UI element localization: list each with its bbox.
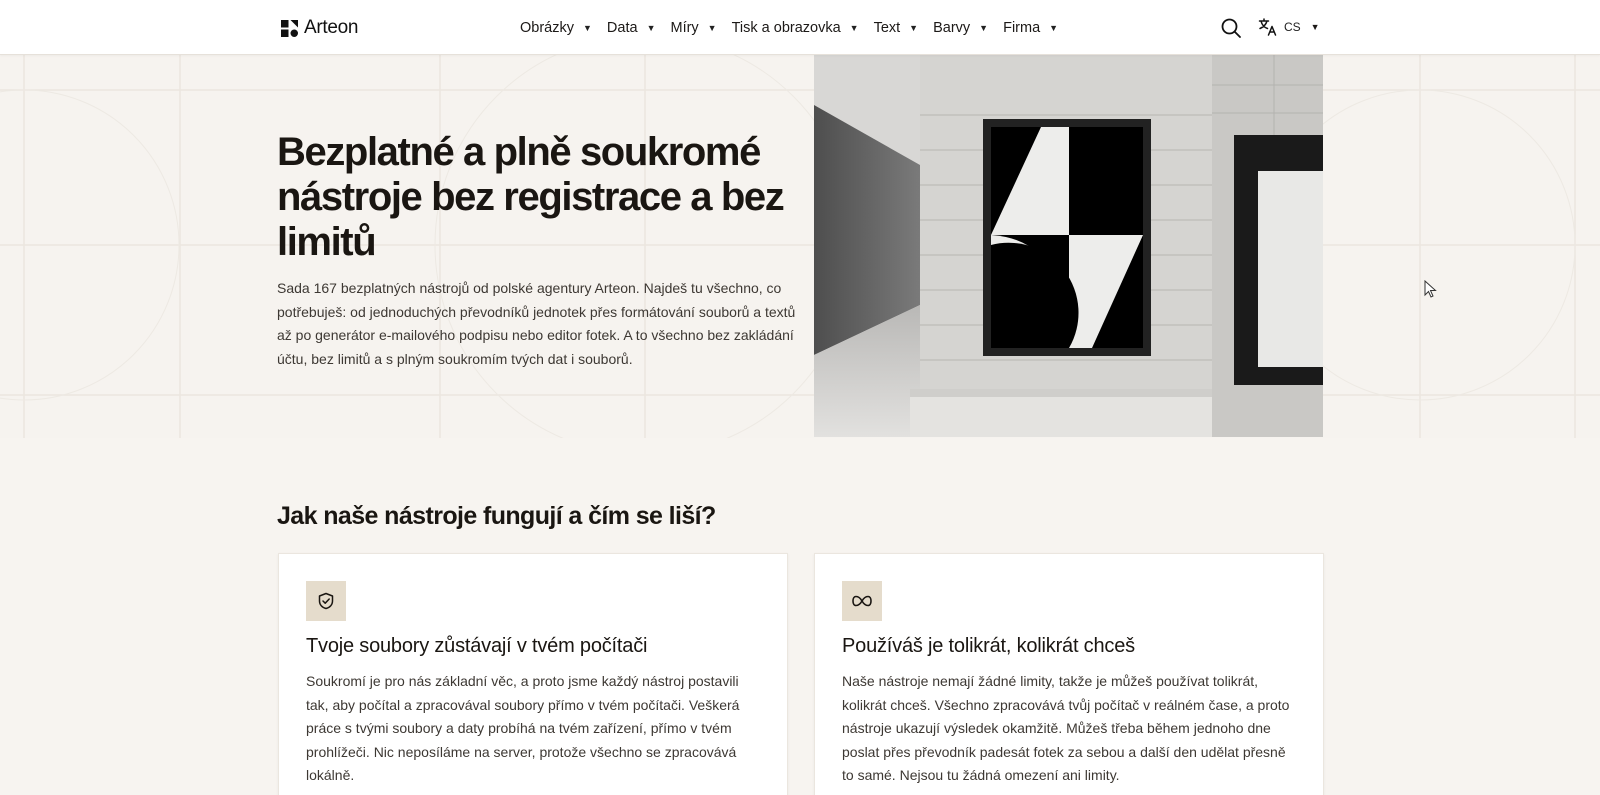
language-label: CS (1284, 20, 1301, 34)
caret-down-icon: ▼ (849, 22, 859, 33)
card-text: Soukromí je pro nás základní věc, a prot… (306, 673, 740, 783)
caret-down-icon: ▼ (707, 22, 717, 33)
nav-label: Barvy (933, 19, 971, 36)
infinity-icon (852, 595, 872, 607)
section-title: Jak naše nástroje fungují a čím se liší? (277, 502, 716, 530)
nav-label: Míry (670, 19, 699, 36)
nav-label: Firma (1003, 19, 1041, 36)
nav-item-firma[interactable]: Firma ▼ (1003, 20, 1058, 36)
language-switcher[interactable]: CS ▼ (1258, 17, 1320, 37)
nav-item-data[interactable]: Data ▼ (607, 20, 656, 36)
card-icon-box (306, 581, 346, 621)
nav-item-text[interactable]: Text ▼ (874, 20, 919, 36)
nav-label: Data (606, 19, 638, 36)
search-button[interactable] (1220, 17, 1242, 39)
translate-icon (1258, 18, 1277, 36)
caret-down-icon: ▼ (1310, 22, 1320, 32)
mouse-cursor-icon (1424, 280, 1437, 298)
feature-card-privacy: Tvoje soubory zůstávají v tvém počítači … (278, 553, 788, 795)
nav-label: Text (873, 19, 901, 36)
logo-mark-icon (281, 19, 298, 37)
caret-down-icon: ▼ (979, 22, 989, 33)
card-icon-box (842, 581, 882, 621)
nav-item-barvy[interactable]: Barvy ▼ (933, 20, 988, 36)
feature-card-unlimited: Používáš je tolikrát, kolikrát chceš Naš… (814, 553, 1324, 795)
site-header: Arteon Obrázky ▼ Data ▼ Míry ▼ Tisk a ob… (0, 0, 1600, 55)
caret-down-icon: ▼ (583, 22, 592, 33)
card-title: Používáš je tolikrát, kolikrát chceš (842, 635, 1135, 657)
card-title: Tvoje soubory zůstávají v tvém počítači (306, 635, 648, 657)
hero-image (814, 55, 1323, 437)
caret-down-icon: ▼ (646, 22, 656, 33)
hero-description: Sada 167 bezplatných nástrojů od polské … (277, 280, 796, 367)
caret-down-icon: ▼ (1049, 22, 1059, 33)
search-icon (1221, 18, 1241, 38)
nav-item-miry[interactable]: Míry ▼ (670, 20, 716, 36)
main-nav: Obrázky ▼ Data ▼ Míry ▼ Tisk a obrazovka… (520, 0, 1073, 55)
logo[interactable]: Arteon (281, 16, 358, 40)
card-text: Naše nástroje nemají žádné limity, takže… (842, 673, 1290, 783)
shield-check-icon (318, 592, 334, 610)
nav-item-tisk[interactable]: Tisk a obrazovka ▼ (732, 20, 859, 36)
hero-title: Bezplatné a plně soukromé nástroje bez r… (277, 130, 785, 264)
nav-item-obrazky[interactable]: Obrázky ▼ (520, 20, 592, 36)
poster-mockup-illustration (814, 55, 1323, 437)
nav-label: Tisk a obrazovka (731, 19, 841, 36)
hero-grid-background (0, 55, 1600, 438)
logo-text: Arteon (304, 17, 359, 38)
nav-label: Obrázky (520, 19, 574, 36)
caret-down-icon: ▼ (909, 22, 919, 33)
